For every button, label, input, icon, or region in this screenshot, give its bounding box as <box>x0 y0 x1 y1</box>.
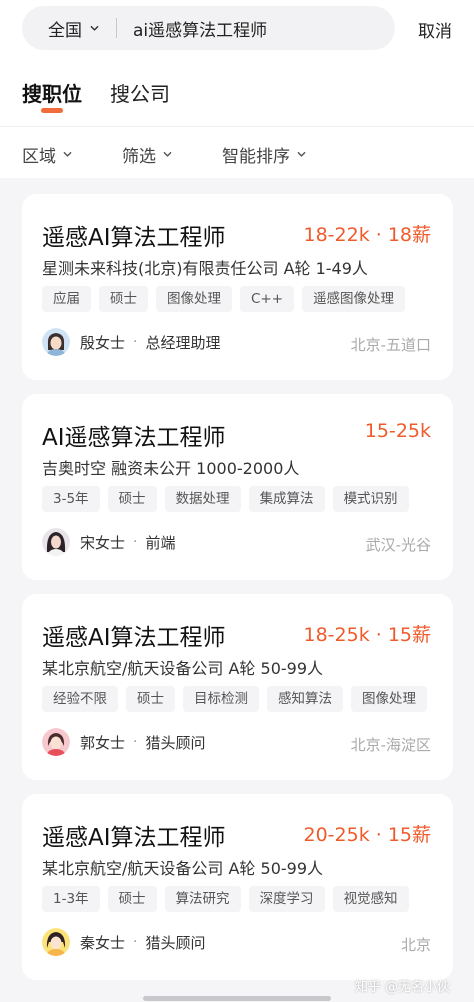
job-card[interactable]: AI遥感算法工程师 15-25k 吉奥时空 融资未公开 1000-2000人 3… <box>22 394 453 580</box>
job-title: 遥感AI算法工程师 <box>42 225 226 251</box>
company-info: 吉奥时空 融资未公开 1000-2000人 <box>42 459 300 478</box>
watermark-text: 知乎 @无名小伙 <box>354 980 450 995</box>
job-tags: 经验不限 硕士 目标检测 感知算法 图像处理 <box>42 686 427 712</box>
recruiter-avatar <box>42 328 70 356</box>
tab-companies[interactable]: 搜公司 <box>110 78 170 107</box>
job-tag: 集成算法 <box>248 486 325 512</box>
recruiter-role: 前端 <box>145 533 176 552</box>
recruiter-role: 总经理助理 <box>145 333 221 352</box>
recruiter-avatar <box>42 528 70 556</box>
recruiter-name: 宋女士 <box>80 533 126 552</box>
company-info: 某北京航空/航天设备公司 A轮 50-99人 <box>42 659 324 678</box>
separator-dot: · <box>133 934 138 950</box>
cancel-button[interactable]: 取消 <box>418 17 452 42</box>
recruiter-info: 秦女士 · 猎头顾问 <box>42 928 205 956</box>
job-tag: 视觉感知 <box>332 886 409 912</box>
job-tag: 算法研究 <box>164 886 241 912</box>
tab-jobs[interactable]: 搜职位 <box>22 78 82 107</box>
chevron-down-icon <box>163 150 172 159</box>
job-tag: 1-3年 <box>42 886 100 912</box>
recruiter-name: 殷女士 <box>80 333 126 352</box>
job-tag: 模式识别 <box>332 486 409 512</box>
region-label: 全国 <box>48 20 82 41</box>
job-tag: 遥感图像处理 <box>302 286 406 312</box>
region-selector[interactable]: 全国 <box>22 6 116 50</box>
job-title: 遥感AI算法工程师 <box>42 625 226 651</box>
job-salary: 18-22k · 18薪 <box>303 224 431 246</box>
job-tags: 1-3年 硕士 算法研究 深度学习 视觉感知 <box>42 886 409 912</box>
job-card[interactable]: 遥感AI算法工程师 18-25k · 15薪 某北京航空/航天设备公司 A轮 5… <box>22 594 453 780</box>
job-tag: 硕士 <box>107 886 157 912</box>
job-tag: 图像处理 <box>351 686 427 712</box>
job-location: 武汉-光谷 <box>365 536 431 554</box>
job-tag: 感知算法 <box>267 686 343 712</box>
filter-label: 筛选 <box>122 147 156 167</box>
job-tag: 目标检测 <box>183 686 259 712</box>
chevron-down-icon <box>90 24 99 33</box>
filter-sort[interactable]: 智能排序 <box>222 142 306 167</box>
recruiter-name: 秦女士 <box>80 933 126 952</box>
separator-dot: · <box>133 334 138 350</box>
company-info: 星测未来科技(北京)有限责任公司 A轮 1-49人 <box>42 259 368 278</box>
job-location: 北京-五道口 <box>350 336 431 354</box>
search-input[interactable]: ai遥感算法工程师 <box>117 16 267 41</box>
job-salary: 15-25k <box>364 420 431 442</box>
recruiter-info: 宋女士 · 前端 <box>42 528 175 556</box>
job-card[interactable]: 遥感AI算法工程师 18-22k · 18薪 星测未来科技(北京)有限责任公司 … <box>22 194 453 380</box>
job-tag: 数据处理 <box>164 486 241 512</box>
filter-label: 智能排序 <box>222 147 290 167</box>
job-tag: 深度学习 <box>248 886 325 912</box>
job-tag: 硕士 <box>107 486 157 512</box>
top-bar: 全国 ai遥感算法工程师 取消 <box>0 0 474 56</box>
job-location: 北京-海淀区 <box>350 736 431 754</box>
job-title: AI遥感算法工程师 <box>42 425 226 451</box>
job-tag: 硕士 <box>126 686 175 712</box>
job-tag: C++ <box>240 286 295 312</box>
filter-bar: 区域 筛选 智能排序 <box>0 126 474 178</box>
filter-screen[interactable]: 筛选 <box>122 142 172 167</box>
chevron-down-icon <box>63 150 72 159</box>
job-tag: 应届 <box>42 286 91 312</box>
recruiter-info: 殷女士 · 总经理助理 <box>42 328 220 356</box>
recruiter-info: 郭女士 · 猎头顾问 <box>42 728 205 756</box>
recruiter-avatar <box>42 728 70 756</box>
company-info: 某北京航空/航天设备公司 A轮 50-99人 <box>42 859 324 878</box>
filter-area[interactable]: 区域 <box>22 142 72 167</box>
active-tab-indicator <box>41 108 63 113</box>
job-salary: 18-25k · 15薪 <box>303 624 431 646</box>
home-indicator[interactable] <box>143 996 331 1001</box>
job-tag: 图像处理 <box>156 286 232 312</box>
recruiter-role: 猎头顾问 <box>145 733 206 752</box>
separator-dot: · <box>133 534 138 550</box>
chevron-down-icon <box>297 150 306 159</box>
job-title: 遥感AI算法工程师 <box>42 825 226 851</box>
filter-label: 区域 <box>22 147 56 167</box>
job-tag: 经验不限 <box>42 686 118 712</box>
job-tag: 3-5年 <box>42 486 100 512</box>
recruiter-avatar <box>42 928 70 956</box>
job-card[interactable]: 遥感AI算法工程师 20-25k · 15薪 某北京航空/航天设备公司 A轮 5… <box>22 794 453 980</box>
search-type-tabs: 搜职位 搜公司 <box>0 56 474 126</box>
job-tags: 应届 硕士 图像处理 C++ 遥感图像处理 <box>42 286 406 312</box>
job-tag: 硕士 <box>99 286 148 312</box>
separator-dot: · <box>133 734 138 750</box>
job-salary: 20-25k · 15薪 <box>303 824 431 846</box>
recruiter-role: 猎头顾问 <box>145 933 206 952</box>
job-tags: 3-5年 硕士 数据处理 集成算法 模式识别 <box>42 486 409 512</box>
search-box[interactable]: 全国 ai遥感算法工程师 <box>22 6 395 50</box>
recruiter-name: 郭女士 <box>80 733 126 752</box>
job-location: 北京 <box>400 936 431 954</box>
